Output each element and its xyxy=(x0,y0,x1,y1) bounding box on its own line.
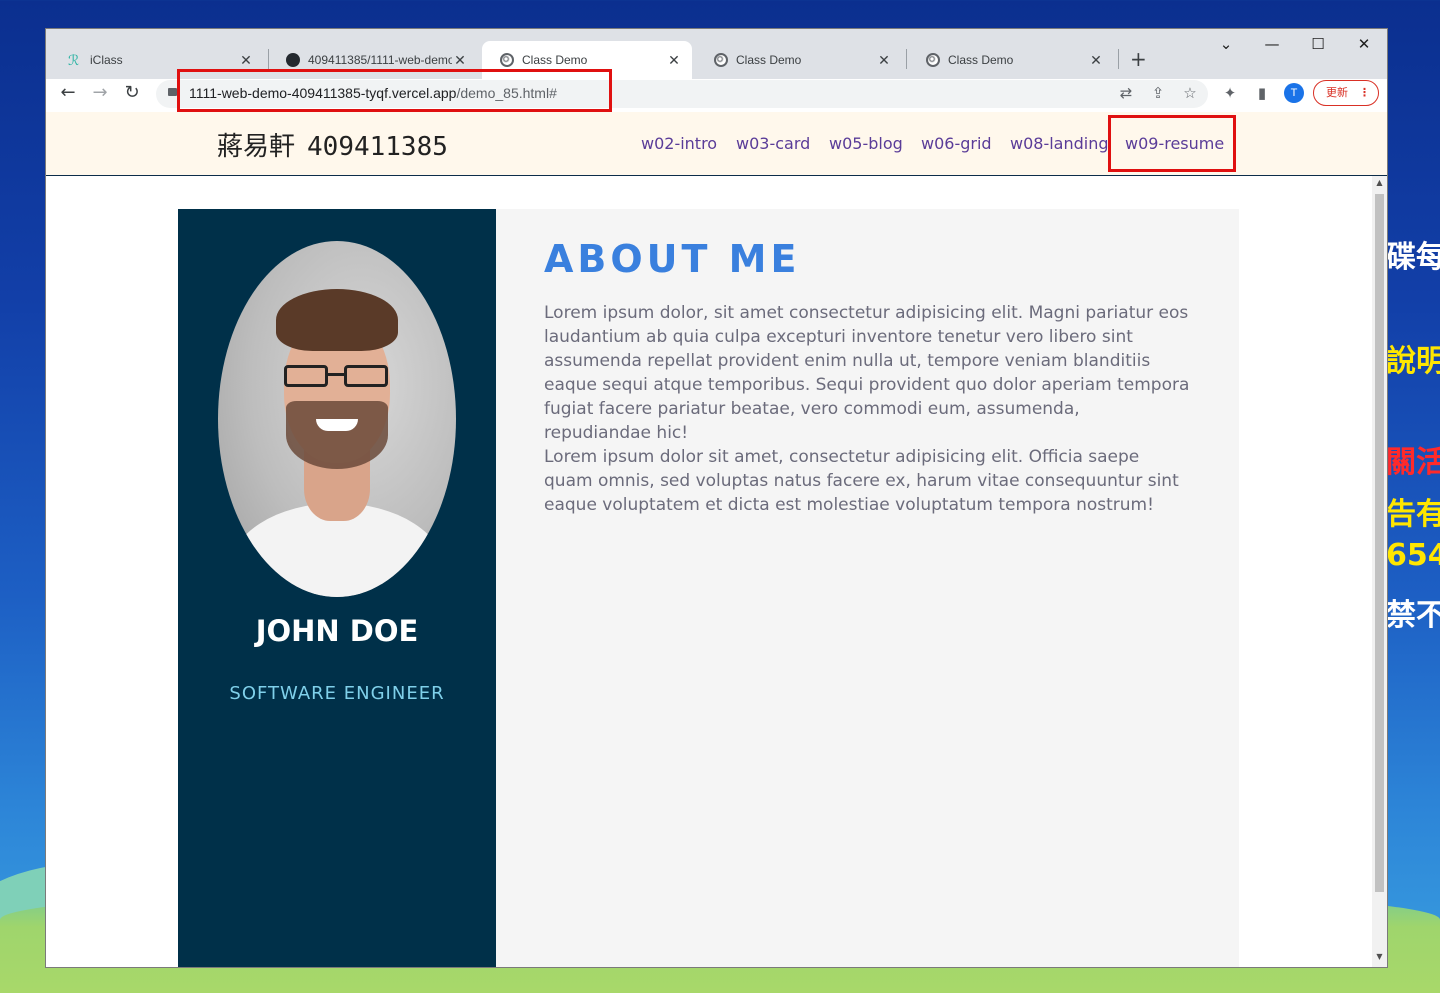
extensions-icon[interactable]: ✦ xyxy=(1220,84,1240,102)
scroll-up-icon[interactable]: ▲ xyxy=(1372,178,1387,187)
about-paragraph: Lorem ipsum dolor sit amet, consectetur … xyxy=(544,447,1179,515)
tab-separator xyxy=(1118,49,1119,69)
tab-class-demo[interactable]: Class Demo ✕ xyxy=(908,41,1114,79)
scroll-thumb[interactable] xyxy=(1375,194,1384,892)
globe-icon xyxy=(714,53,728,67)
photo-hair xyxy=(276,289,398,351)
site-brand[interactable]: 蔣易軒 409411385 xyxy=(217,126,448,163)
nav-link-w03-card[interactable]: w03-card xyxy=(736,134,810,153)
update-button[interactable]: 更新 ⋮ xyxy=(1313,80,1379,106)
globe-icon xyxy=(926,53,940,67)
desktop-text: 告有 xyxy=(1386,497,1440,532)
tab-title: Class Demo xyxy=(948,53,1014,67)
nav-link-w06-grid[interactable]: w06-grid xyxy=(921,134,992,153)
nav-link-w08-landing[interactable]: w08-landing xyxy=(1010,134,1109,153)
photo-glasses xyxy=(344,365,388,387)
about-title: ABOUT ME xyxy=(544,237,801,281)
brand-id: 409411385 xyxy=(307,132,448,162)
menu-icon: ⋮ xyxy=(1359,86,1370,99)
iclass-icon: ℛ xyxy=(68,52,80,68)
tab-separator xyxy=(906,49,907,69)
desktop-text: 碟每 xyxy=(1386,240,1440,275)
globe-icon xyxy=(500,53,514,67)
browser-window: ℛ iClass ✕ 409411385/1111-web-demo ✕ Cla… xyxy=(45,28,1388,968)
close-icon[interactable]: ✕ xyxy=(876,52,892,69)
page-scrollbar[interactable]: ▲ ▼ xyxy=(1372,176,1387,967)
photo-glasses-bridge xyxy=(328,373,346,376)
close-icon[interactable]: ✕ xyxy=(452,52,468,69)
desktop-text: 禁不注 xyxy=(1386,598,1440,633)
site-navbar: 蔣易軒 409411385 w02-intro w03-card w05-blog… xyxy=(46,112,1387,176)
resume-sidebar: JOHN DOE SOFTWARE ENGINEER xyxy=(178,209,496,967)
tab-title: 409411385/1111-web-demo xyxy=(308,53,452,67)
resume-card: JOHN DOE SOFTWARE ENGINEER ABOUT ME Lore… xyxy=(178,209,1239,967)
maximize-button[interactable]: ☐ xyxy=(1308,35,1328,53)
profile-avatar[interactable]: T xyxy=(1284,83,1304,103)
desktop-text: 654 xyxy=(1386,538,1440,573)
forward-button[interactable]: → xyxy=(88,82,112,103)
url-highlight-box xyxy=(177,69,612,112)
profile-photo xyxy=(218,241,456,597)
tab-class-demo[interactable]: Class Demo ✕ xyxy=(696,41,902,79)
brand-name: 蔣易軒 xyxy=(217,132,296,162)
desktop-text: 關活 xyxy=(1386,445,1440,480)
close-icon[interactable]: ✕ xyxy=(1088,52,1104,69)
github-icon xyxy=(286,53,300,67)
reload-button[interactable]: ↻ xyxy=(120,82,144,103)
close-icon[interactable]: ✕ xyxy=(238,52,254,69)
about-paragraph: Lorem ipsum dolor, sit amet consectetur … xyxy=(544,303,1190,443)
nav-highlight-box xyxy=(1108,115,1236,172)
tab-title: Class Demo xyxy=(522,53,588,67)
nav-link-w05-blog[interactable]: w05-blog xyxy=(829,134,903,153)
photo-glasses xyxy=(284,365,328,387)
tab-title: Class Demo xyxy=(736,53,802,67)
tab-title: iClass xyxy=(90,53,123,67)
close-icon[interactable]: ✕ xyxy=(666,52,682,69)
update-label: 更新 xyxy=(1326,86,1348,99)
desktop-text: 說明 xyxy=(1386,344,1440,379)
side-panel-icon[interactable]: ▮ xyxy=(1252,84,1272,102)
share-icon[interactable]: ⇪ xyxy=(1148,84,1168,102)
scroll-down-icon[interactable]: ▼ xyxy=(1372,952,1387,961)
bookmark-star-icon[interactable]: ☆ xyxy=(1180,84,1200,102)
translate-icon[interactable]: ⇄ xyxy=(1116,84,1136,102)
tab-search-icon[interactable]: ⌄ xyxy=(1216,35,1236,53)
back-button[interactable]: ← xyxy=(56,82,80,103)
photo-beard xyxy=(286,401,388,469)
close-window-button[interactable]: ✕ xyxy=(1354,35,1374,53)
profile-name: JOHN DOE xyxy=(255,614,419,648)
minimize-button[interactable]: — xyxy=(1262,35,1282,53)
photo-smile xyxy=(316,419,358,431)
lock-icon[interactable] xyxy=(168,88,177,96)
nav-link-w02-intro[interactable]: w02-intro xyxy=(641,134,717,153)
profile-role: SOFTWARE ENGINEER xyxy=(229,683,445,704)
page-viewport: 蔣易軒 409411385 w02-intro w03-card w05-blog… xyxy=(46,112,1387,967)
new-tab-button[interactable]: + xyxy=(1130,47,1147,71)
